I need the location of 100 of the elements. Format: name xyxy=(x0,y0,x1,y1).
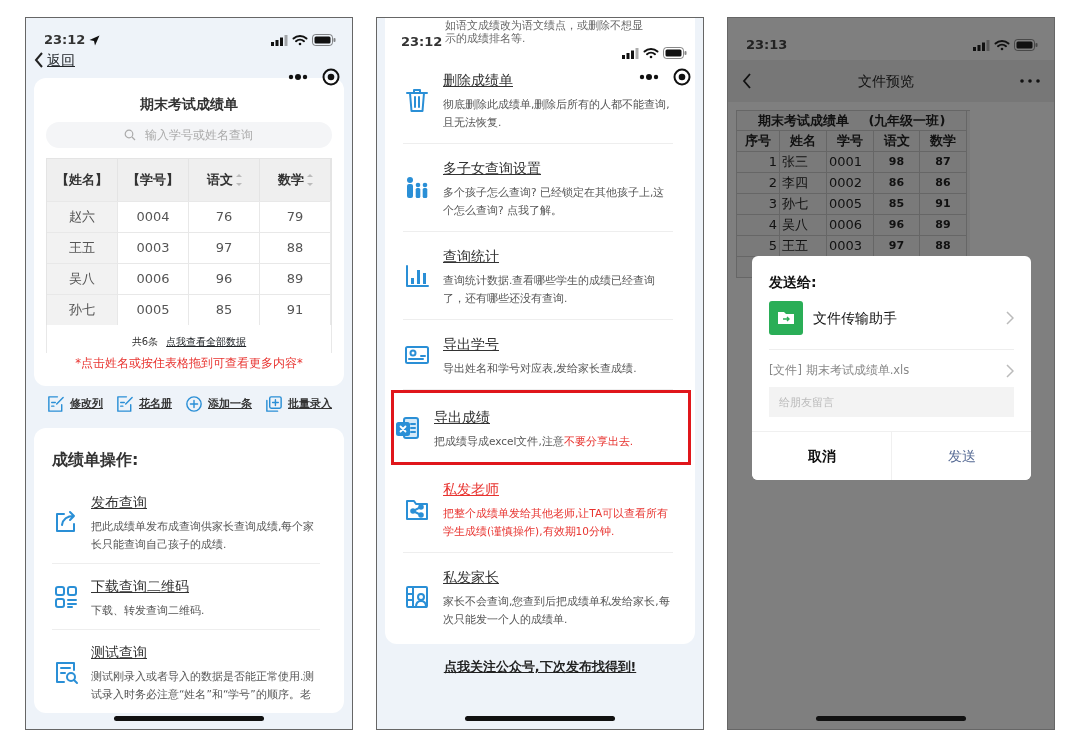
sheet-cell: 4 xyxy=(737,215,780,236)
sheet-cell: 86 xyxy=(874,173,920,194)
column-header: 【姓名】 xyxy=(56,171,108,190)
sheet-subtitle: (九年级一班) xyxy=(868,111,946,130)
table-cell[interactable]: 孙七 xyxy=(47,294,118,325)
action-link[interactable]: 下载查询二维码 xyxy=(91,575,189,598)
table-cell: 97 xyxy=(189,232,260,263)
status-time: 23:12 xyxy=(44,31,86,50)
chevron-right-icon xyxy=(1006,311,1014,325)
description: 把成绩导成excel文件,注意不要分享出去. xyxy=(434,434,635,449)
table-cell[interactable]: 吴八 xyxy=(47,263,118,294)
sheet-cell: 2 xyxy=(737,173,780,194)
action-link[interactable]: 导出学号 xyxy=(443,333,499,355)
description: 家长不会查询,您查到后把成绩单私发给家长,每次只能发一个人的成绩单. xyxy=(443,594,671,627)
description: 测试刚录入或者导入的数据是否能正常使用.测试录入时务必注意“姓名”和“学号”的顺序。老 xyxy=(91,669,316,703)
column-header: 【学号】 xyxy=(127,171,179,190)
record-count: 共6条 xyxy=(131,336,159,347)
section-title: 成绩单操作: xyxy=(52,449,140,472)
column-header: 语文 xyxy=(206,171,233,190)
sheet-cell: 吴八 xyxy=(780,215,827,236)
sheet-cell: 语文 xyxy=(874,131,920,152)
action-link[interactable]: 删除成绩单 xyxy=(443,69,513,91)
action-link[interactable]: 多子女查询设置 xyxy=(443,157,541,179)
sheet-cell: 89 xyxy=(920,215,967,236)
page-title: 文件预览 xyxy=(857,71,915,91)
wifi-icon xyxy=(994,39,1010,51)
sheet-cell: 0002 xyxy=(827,173,874,194)
view-all-link[interactable]: 点我查看全部数据 xyxy=(166,336,247,347)
status-time: 23:13 xyxy=(746,36,788,55)
sheet-cell: 学号 xyxy=(827,131,874,152)
table-cell: 89 xyxy=(260,263,331,294)
battery-icon xyxy=(312,34,336,46)
sheet-cell: 1 xyxy=(737,152,780,173)
sheet-cell: 0005 xyxy=(827,194,874,215)
table-cell: 96 xyxy=(189,263,260,294)
table-cell: 76 xyxy=(189,201,260,232)
plus-square-icon xyxy=(264,394,284,415)
chevron-right-icon xyxy=(1006,363,1014,378)
description: 把此成绩单发布成查询供家长查询成绩,每个家长只能查询自己孩子的成绩. xyxy=(91,519,316,553)
signal-icon xyxy=(271,34,288,46)
sheet-title: 期末考试成绩单 xyxy=(757,111,849,130)
back-link[interactable]: 返回 xyxy=(26,50,352,70)
search-icon xyxy=(124,129,136,141)
sheet-cell: 张三 xyxy=(780,152,827,173)
sheet-cell: 96 xyxy=(874,215,920,236)
table-cell: 85 xyxy=(189,294,260,325)
sheet-cell: 86 xyxy=(920,173,967,194)
file-name[interactable]: [文件] 期末考试成绩单.xls xyxy=(769,362,1006,380)
dialog-heading: 发送给: xyxy=(769,273,818,292)
search-field[interactable]: 输入学号或姓名查询 xyxy=(46,122,332,148)
sheet-cell: 李四 xyxy=(780,173,827,194)
description: 把整个成绩单发给其他老师,让TA可以查看所有学生成绩(谨慎操作),有效期10分钟. xyxy=(443,506,670,539)
action-link[interactable]: 导出成绩 xyxy=(434,406,490,428)
description: 下载、转发查询二维码. xyxy=(91,603,206,619)
battery-icon xyxy=(1014,39,1038,51)
toolbar-button[interactable]: 添加一条 xyxy=(184,394,252,415)
follow-link[interactable]: 点我关注公众号,下次发布找得到! xyxy=(377,658,703,677)
table-cell: 0004 xyxy=(118,201,189,232)
target-icon[interactable] xyxy=(322,68,340,86)
more-icon[interactable] xyxy=(288,74,308,80)
wifi-icon xyxy=(292,34,308,46)
action-link[interactable]: 私发老师 xyxy=(443,478,499,500)
sheet-cell: 91 xyxy=(920,194,967,215)
description: 彻底删除此成绩单,删除后所有的人都不能查询,且无法恢复. xyxy=(443,97,671,130)
page-title: 期末考试成绩单 xyxy=(139,95,239,114)
description: 多个孩子怎么查询? 已经锁定在其他孩子上,这个怎么查询? 点我了解。 xyxy=(443,185,666,218)
recipient-name[interactable]: 文件传输助手 xyxy=(813,307,996,329)
table-cell: 0003 xyxy=(118,232,189,263)
hint-text: *点击姓名或按住表格拖到可查看更多内容* xyxy=(74,355,304,372)
table-cell: 88 xyxy=(260,232,331,263)
sheet-cell: 数学 xyxy=(920,131,967,152)
action-link[interactable]: 查询统计 xyxy=(443,245,499,267)
sheet-cell: 姓名 xyxy=(780,131,827,152)
sheet-cell: 87 xyxy=(920,152,967,173)
sheet-cell: 0001 xyxy=(827,152,874,173)
table-cell: 91 xyxy=(260,294,331,325)
send-button[interactable]: 发送 xyxy=(891,432,1031,481)
toolbar-button[interactable]: 修改列 xyxy=(46,394,103,415)
table-cell[interactable]: 赵六 xyxy=(47,201,118,232)
sheet-cell: 98 xyxy=(874,152,920,173)
table-cell: 79 xyxy=(260,201,331,232)
sheet-cell: 3 xyxy=(737,194,780,215)
status-time: 23:12 xyxy=(401,33,444,51)
battery-icon xyxy=(663,47,687,59)
signal-icon xyxy=(622,47,639,59)
table-cell[interactable]: 王五 xyxy=(47,232,118,263)
action-link[interactable]: 测试查询 xyxy=(91,641,147,664)
toolbar-button[interactable]: 花名册 xyxy=(115,394,172,415)
action-link[interactable]: 私发家长 xyxy=(443,566,499,588)
sheet-cell: 孙七 xyxy=(780,194,827,215)
toolbar-button[interactable]: 批量录入 xyxy=(264,394,332,415)
back-icon[interactable] xyxy=(742,73,752,89)
chevron-left-icon xyxy=(34,52,44,68)
sheet-cell: 85 xyxy=(874,194,920,215)
description: 如语文成绩改为语文绩点，或删除不想显示的成绩排名等. xyxy=(445,19,644,45)
column-header: 数学 xyxy=(277,171,304,190)
folder-icon xyxy=(769,301,803,335)
target-icon[interactable] xyxy=(673,68,691,86)
action-link[interactable]: 发布查询 xyxy=(91,491,147,514)
more-icon[interactable] xyxy=(639,74,659,80)
